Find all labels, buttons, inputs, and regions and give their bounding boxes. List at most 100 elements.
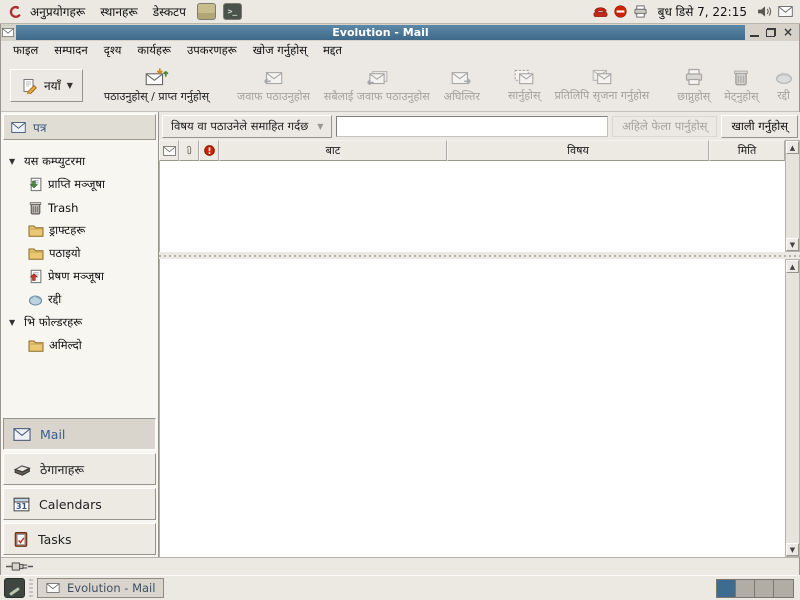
- send-receive-button[interactable]: पठाउनुहोस् / प्राप्त गर्नुहोस्: [97, 65, 216, 106]
- panel-menu-places[interactable]: स्थानहरू: [93, 1, 145, 22]
- forward-icon: [450, 68, 474, 86]
- scroll-down-icon[interactable]: ▼: [786, 543, 799, 556]
- tree-item-unmatched[interactable]: अमिल्दो: [1, 334, 158, 357]
- column-importance[interactable]: [199, 140, 219, 161]
- close-button[interactable]: ×: [783, 28, 793, 37]
- move-icon: [513, 68, 535, 85]
- find-now-button[interactable]: अहिले फेला पार्नुहोस्: [612, 116, 717, 137]
- tree-item-outbox[interactable]: प्रेषण मञ्जूषा: [1, 265, 158, 288]
- applet-grip[interactable]: [29, 579, 33, 597]
- preview-scrollbar[interactable]: ▲ ▼: [785, 259, 800, 557]
- chevron-down-icon: ▼: [67, 81, 73, 90]
- copy-icon: [591, 68, 613, 85]
- switcher-tasks-button[interactable]: Tasks: [3, 523, 156, 555]
- clear-button[interactable]: खाली गर्नुहोस्: [721, 115, 798, 138]
- panel-menu-applications[interactable]: अनुप्रयोगहरू: [23, 1, 92, 22]
- junk-icon: [773, 68, 795, 85]
- maximize-button[interactable]: [766, 28, 776, 37]
- important-icon: [204, 145, 215, 156]
- gnome-bottom-panel: Evolution - Mail: [0, 575, 800, 600]
- online-status-plug-icon[interactable]: [6, 561, 33, 572]
- mail-icon: [11, 122, 26, 133]
- switcher-calendars-button[interactable]: Calendars: [3, 488, 156, 520]
- trash-icon: [28, 200, 43, 215]
- mail-icon: [13, 428, 31, 441]
- new-button[interactable]: नयाँ ▼: [10, 69, 83, 102]
- folder-icon: [28, 224, 44, 237]
- search-input[interactable]: [336, 116, 608, 137]
- menu-help[interactable]: मद्दत: [316, 41, 349, 60]
- inbox-icon: [28, 177, 43, 192]
- scroll-down-icon[interactable]: ▼: [786, 238, 799, 251]
- reply-button[interactable]: जवाफ पठाउनुहोस: [230, 66, 317, 106]
- switcher-mail-button[interactable]: Mail: [3, 418, 156, 450]
- move-button[interactable]: सार्नुहोस्: [501, 66, 548, 105]
- taskbar-window-button[interactable]: Evolution - Mail: [37, 578, 164, 598]
- print-button[interactable]: छाप्नुहोस्: [670, 66, 717, 106]
- workspace-3[interactable]: [755, 580, 774, 597]
- scroll-up-icon[interactable]: ▲: [786, 141, 799, 154]
- tree-item-drafts[interactable]: ड्राफ्टहरू: [1, 219, 158, 242]
- volume-icon[interactable]: [757, 5, 772, 18]
- compose-icon: [20, 78, 38, 94]
- menu-actions[interactable]: कार्यहरू: [130, 41, 178, 60]
- menu-edit[interactable]: सम्पादन: [47, 41, 94, 60]
- scroll-up-icon[interactable]: ▲: [786, 260, 799, 273]
- message-list-scrollbar[interactable]: ▲ ▼: [785, 140, 800, 252]
- terminal-launcher-icon[interactable]: >_: [223, 3, 242, 20]
- update-alert-icon[interactable]: [614, 5, 627, 18]
- contacts-icon: [13, 462, 31, 477]
- panel-menu-desktop[interactable]: डेस्कटप: [146, 1, 193, 22]
- forward-button[interactable]: अघिल्तिर: [437, 66, 487, 106]
- titlebar[interactable]: Evolution - Mail ×: [1, 24, 799, 41]
- search-bar: विषय वा पठाउनेले समाहित गर्दछ ▼ अहिले फे…: [159, 112, 800, 140]
- menu-tools[interactable]: उपकरणहरू: [180, 41, 244, 60]
- minimize-button[interactable]: [750, 28, 759, 37]
- file-manager-launcher-icon[interactable]: [197, 3, 216, 20]
- menu-file[interactable]: फाइल: [6, 41, 45, 60]
- switcher-contacts-button[interactable]: ठेगानाहरू: [3, 453, 156, 485]
- workspace-1[interactable]: [717, 580, 736, 597]
- tree-item-inbox[interactable]: प्राप्ति मञ्जूषा: [1, 173, 158, 196]
- menu-view[interactable]: दृश्य: [97, 41, 129, 60]
- reply-all-button[interactable]: सबैलाई जवाफ पठाउनुहोस: [317, 66, 437, 106]
- component-switcher: Mail ठेगानाहरू Calendars Tasks: [1, 415, 158, 557]
- junk-icon: [28, 293, 43, 306]
- reply-icon: [261, 68, 285, 86]
- workspace-2[interactable]: [736, 580, 755, 597]
- toolbar: नयाँ ▼ पठाउनुहोस् / प्राप्त गर्नुहोस् जव…: [1, 60, 799, 112]
- workspace-4[interactable]: [774, 580, 793, 597]
- delete-button[interactable]: मेट्नुहोस्: [717, 66, 765, 106]
- calendar-icon: [13, 496, 30, 512]
- column-status[interactable]: [159, 140, 179, 161]
- window-menu-icon[interactable]: [1, 28, 15, 37]
- sidebar: पत्र ▼ यस कम्प्युटरमा प्राप्ति मञ्जूषा T…: [1, 112, 159, 557]
- modem-status-icon[interactable]: [593, 5, 608, 18]
- chevron-down-icon: ▼: [317, 122, 323, 131]
- column-subject[interactable]: विषय: [447, 140, 709, 161]
- tree-item-trash[interactable]: Trash: [1, 196, 158, 219]
- panel-clock[interactable]: बुध डिसे 7, 22:15: [654, 3, 751, 20]
- search-criteria-dropdown[interactable]: विषय वा पठाउनेले समाहित गर्दछ ▼: [162, 115, 332, 138]
- show-desktop-button[interactable]: [4, 578, 25, 598]
- tree-group-vfolders[interactable]: ▼ भि फोल्डरहरू: [1, 311, 158, 334]
- expander-icon[interactable]: ▼: [9, 318, 19, 327]
- reply-all-icon: [365, 68, 389, 86]
- tree-item-sent[interactable]: पठाइयो: [1, 242, 158, 265]
- junk-button[interactable]: रद्दी: [766, 66, 800, 105]
- printer-status-icon[interactable]: [633, 5, 648, 18]
- pane-splitter[interactable]: [159, 252, 800, 259]
- tree-item-junk[interactable]: रद्दी: [1, 288, 158, 311]
- folder-pane-header[interactable]: पत्र: [3, 114, 156, 140]
- column-from[interactable]: बाट: [219, 140, 447, 161]
- column-attachment[interactable]: [179, 140, 199, 161]
- expander-icon[interactable]: ▼: [9, 157, 19, 166]
- message-preview[interactable]: [159, 259, 785, 557]
- message-list[interactable]: [159, 161, 785, 252]
- copy-button[interactable]: प्रतिलिपि सृजना गर्नुहोस: [547, 66, 656, 105]
- column-date[interactable]: मिति: [709, 140, 785, 161]
- main-menu-logo-icon[interactable]: [5, 3, 22, 20]
- tree-group-this-computer[interactable]: ▼ यस कम्प्युटरमा: [1, 150, 158, 173]
- menu-search[interactable]: खोज गर्नुहोस्: [246, 41, 314, 60]
- mail-notification-icon[interactable]: [778, 6, 793, 17]
